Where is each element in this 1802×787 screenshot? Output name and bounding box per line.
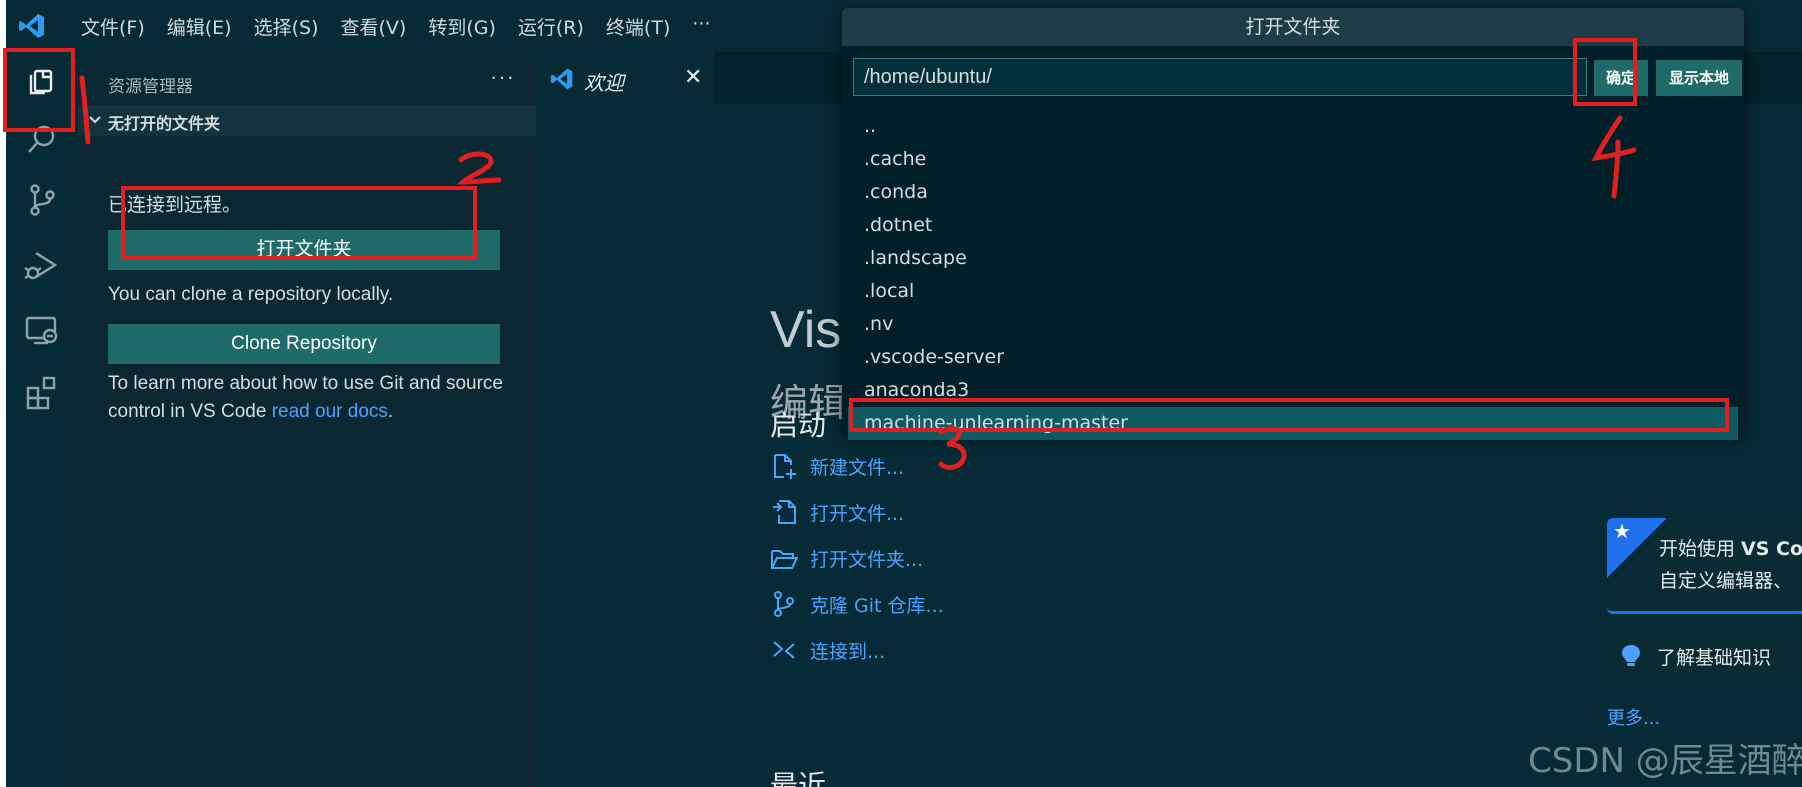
sidebar-title: 资源管理器	[108, 77, 193, 97]
open-folder-link[interactable]: 打开文件夹...	[770, 542, 923, 574]
annotation-number-2	[456, 151, 502, 185]
annotation-box-explorer	[3, 48, 75, 132]
remote-connect-icon	[773, 641, 795, 659]
sidebar-more-button[interactable]: ···	[490, 64, 515, 90]
csdn-watermark: CSDN @辰星酒醉	[1528, 741, 1802, 781]
open-file-link[interactable]: 打开文件...	[770, 496, 904, 528]
more-walkthroughs-link[interactable]: 更多...	[1607, 704, 1660, 730]
learn-basics-label: 了解基础知识	[1657, 647, 1772, 669]
annotation-box-selected-folder	[849, 398, 1729, 432]
get-started-walkthrough-card[interactable]: ★ 开始使用 VS Co 自定义编辑器、	[1607, 518, 1802, 614]
folder-open-icon	[771, 550, 798, 569]
git-docs-paragraph: To learn more about how to use Git and s…	[108, 370, 508, 426]
extensions-icon[interactable]	[24, 374, 60, 410]
new-file-link[interactable]: 新建文件...	[770, 450, 904, 482]
tab-welcome[interactable]: 欢迎 ✕	[536, 52, 714, 104]
folder-item[interactable]: .dotnet	[848, 209, 1738, 242]
tab-label: 欢迎	[584, 73, 624, 95]
menu-run[interactable]: 运行(R)	[507, 13, 595, 40]
show-local-button[interactable]: 显示本地	[1656, 60, 1742, 96]
menu-selection[interactable]: 选择(S)	[243, 13, 330, 40]
menu-go[interactable]: 转到(G)	[417, 13, 507, 40]
new-file-icon	[774, 454, 796, 479]
clone-repository-button[interactable]: Clone Repository	[108, 324, 500, 364]
vscode-logo-icon	[550, 68, 573, 90]
open-file-label: 打开文件...	[810, 502, 905, 525]
annotation-number-1	[79, 75, 91, 145]
clone-git-link[interactable]: 克隆 Git 仓库...	[770, 588, 944, 620]
read-docs-link[interactable]: read our docs	[272, 401, 388, 422]
lightbulb-icon	[1622, 645, 1640, 666]
annotation-box-ok-button	[1573, 38, 1637, 106]
new-file-label: 新建文件...	[810, 456, 905, 479]
star-icon: ★	[1613, 521, 1631, 543]
card-description: 自定义编辑器、	[1659, 570, 1793, 592]
learn-basics-card[interactable]: 了解基础知识	[1607, 632, 1802, 680]
folder-item[interactable]: .vscode-server	[848, 341, 1738, 374]
connect-to-link[interactable]: 连接到...	[770, 634, 885, 666]
annotation-number-4	[1591, 115, 1637, 199]
section-label: 无打开的文件夹	[108, 114, 221, 133]
folder-item[interactable]: .landscape	[848, 242, 1738, 275]
menu-terminal[interactable]: 终端(T)	[595, 13, 681, 40]
source-control-icon[interactable]	[24, 182, 60, 218]
start-section-title: 启动	[770, 409, 827, 442]
connect-to-label: 连接到...	[810, 640, 886, 663]
clone-git-label: 克隆 Git 仓库...	[810, 594, 944, 617]
close-icon[interactable]: ✕	[684, 64, 702, 90]
folder-path-input[interactable]	[853, 58, 1587, 96]
open-file-icon	[773, 500, 796, 524]
no-folder-section-header[interactable]: 无打开的文件夹	[78, 106, 536, 136]
docs-text-end: .	[387, 401, 394, 422]
welcome-heading: Vis	[770, 301, 842, 359]
menu-file[interactable]: 文件(F)	[70, 13, 156, 40]
folder-item[interactable]: .local	[848, 275, 1738, 308]
menu-more[interactable]: ···	[681, 13, 721, 40]
menu-edit[interactable]: 编辑(E)	[156, 13, 243, 40]
clone-hint-text: You can clone a repository locally.	[108, 284, 394, 305]
menu-view[interactable]: 查看(V)	[330, 13, 418, 40]
folder-item[interactable]: .nv	[848, 308, 1738, 341]
annotation-box-open-folder	[121, 186, 477, 260]
vscode-window: 文件(F) 编辑(E) 选择(S) 查看(V) 转到(G) 运行(R) 终端(T…	[6, 0, 1802, 787]
annotation-number-3	[938, 426, 967, 470]
card-title: 开始使用 VS Co	[1659, 538, 1802, 560]
activity-bar	[6, 52, 78, 787]
remote-explorer-icon[interactable]	[24, 312, 60, 348]
open-folder-label: 打开文件夹...	[810, 548, 924, 571]
vscode-logo-icon	[19, 14, 44, 38]
run-debug-icon[interactable]	[24, 248, 60, 284]
source-control-icon	[774, 591, 794, 617]
recent-section-title: 最近	[770, 769, 827, 787]
menu-bar: 文件(F) 编辑(E) 选择(S) 查看(V) 转到(G) 运行(R) 终端(T…	[70, 13, 721, 40]
